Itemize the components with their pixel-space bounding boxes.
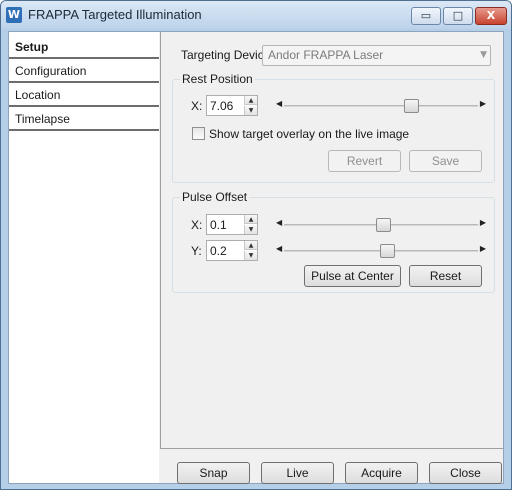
slider-right-arrow-icon[interactable]: ▶ bbox=[480, 244, 486, 253]
spin-up-icon[interactable]: ▲ bbox=[244, 241, 257, 250]
sidebar-item-location[interactable]: Location bbox=[9, 84, 159, 107]
pulse-offset-title: Pulse Offset bbox=[180, 190, 250, 204]
slider-thumb[interactable] bbox=[375, 218, 391, 232]
sidebar-item-timelapse[interactable]: Timelapse bbox=[9, 108, 159, 131]
slider-thumb[interactable] bbox=[403, 99, 419, 113]
rest-position-group: Rest Position X: 7.06 ▲ ▼ ◀ ▶ Show targe… bbox=[172, 72, 495, 183]
sidebar: Setup Configuration Location Timelapse bbox=[9, 32, 159, 483]
snap-button[interactable]: Snap bbox=[177, 462, 250, 484]
overlay-checkbox-label[interactable]: Show target overlay on the live image bbox=[209, 127, 409, 141]
rest-x-value: 7.06 bbox=[210, 99, 234, 113]
rest-x-label: X: bbox=[191, 99, 203, 113]
spin-down-icon[interactable]: ▼ bbox=[244, 251, 257, 260]
sidebar-item-configuration[interactable]: Configuration bbox=[9, 60, 159, 83]
setup-panel: Targeting Device: Andor FRAPPA Laser ▼ R… bbox=[160, 32, 503, 449]
spin-down-icon[interactable]: ▼ bbox=[244, 106, 257, 115]
spin-down-icon[interactable]: ▼ bbox=[244, 225, 257, 234]
slider-track bbox=[284, 105, 478, 107]
pulse-x-spinbox[interactable]: 0.1 ▲ ▼ bbox=[206, 214, 258, 235]
overlay-checkbox[interactable] bbox=[192, 127, 205, 140]
slider-right-arrow-icon[interactable]: ▶ bbox=[480, 99, 486, 108]
targeting-device-value: Andor FRAPPA Laser bbox=[268, 48, 384, 62]
slider-right-arrow-icon[interactable]: ▶ bbox=[480, 218, 486, 227]
rest-x-slider[interactable]: ◀ ▶ bbox=[276, 98, 486, 114]
window-title: FRAPPA Targeted Illumination bbox=[28, 7, 202, 22]
targeting-device-select[interactable]: Andor FRAPPA Laser ▼ bbox=[262, 45, 491, 66]
minimize-button[interactable]: ▭ bbox=[411, 7, 441, 25]
chevron-down-icon: ▼ bbox=[480, 50, 487, 60]
close-button[interactable]: Close bbox=[429, 462, 502, 484]
pulse-x-slider[interactable]: ◀ ▶ bbox=[276, 217, 486, 233]
slider-thumb[interactable] bbox=[379, 244, 395, 258]
pulse-offset-group: Pulse Offset X: 0.1 ▲ ▼ ◀ ▶ Y: 0.2 ▲ ▼ ◀… bbox=[172, 190, 495, 293]
pulse-y-slider[interactable]: ◀ ▶ bbox=[276, 243, 486, 259]
pulse-y-value: 0.2 bbox=[210, 244, 227, 258]
pulse-y-spinbox[interactable]: 0.2 ▲ ▼ bbox=[206, 240, 258, 261]
revert-button[interactable]: Revert bbox=[328, 150, 401, 172]
title-bar[interactable]: W FRAPPA Targeted Illumination ▭ □ X bbox=[1, 1, 511, 29]
spin-up-icon[interactable]: ▲ bbox=[244, 96, 257, 105]
client-area: Setup Configuration Location Timelapse T… bbox=[8, 31, 504, 484]
slider-left-arrow-icon[interactable]: ◀ bbox=[276, 99, 282, 108]
targeting-device-label: Targeting Device: bbox=[181, 48, 274, 62]
pulse-at-center-button[interactable]: Pulse at Center bbox=[304, 265, 401, 287]
pulse-x-value: 0.1 bbox=[210, 218, 227, 232]
close-window-button[interactable]: X bbox=[475, 7, 507, 25]
pulse-y-label: Y: bbox=[191, 244, 202, 258]
slider-left-arrow-icon[interactable]: ◀ bbox=[276, 218, 282, 227]
rest-position-title: Rest Position bbox=[180, 72, 255, 86]
sidebar-item-setup[interactable]: Setup bbox=[9, 36, 159, 59]
pulse-x-label: X: bbox=[191, 218, 203, 232]
rest-x-spinbox[interactable]: 7.06 ▲ ▼ bbox=[206, 95, 258, 116]
app-icon: W bbox=[6, 7, 22, 23]
reset-button[interactable]: Reset bbox=[409, 265, 482, 287]
spin-up-icon[interactable]: ▲ bbox=[244, 215, 257, 224]
slider-left-arrow-icon[interactable]: ◀ bbox=[276, 244, 282, 253]
app-window: W FRAPPA Targeted Illumination ▭ □ X Set… bbox=[0, 0, 512, 490]
maximize-button[interactable]: □ bbox=[443, 7, 473, 25]
acquire-button[interactable]: Acquire bbox=[345, 462, 418, 484]
save-button[interactable]: Save bbox=[409, 150, 482, 172]
live-button[interactable]: Live bbox=[261, 462, 334, 484]
